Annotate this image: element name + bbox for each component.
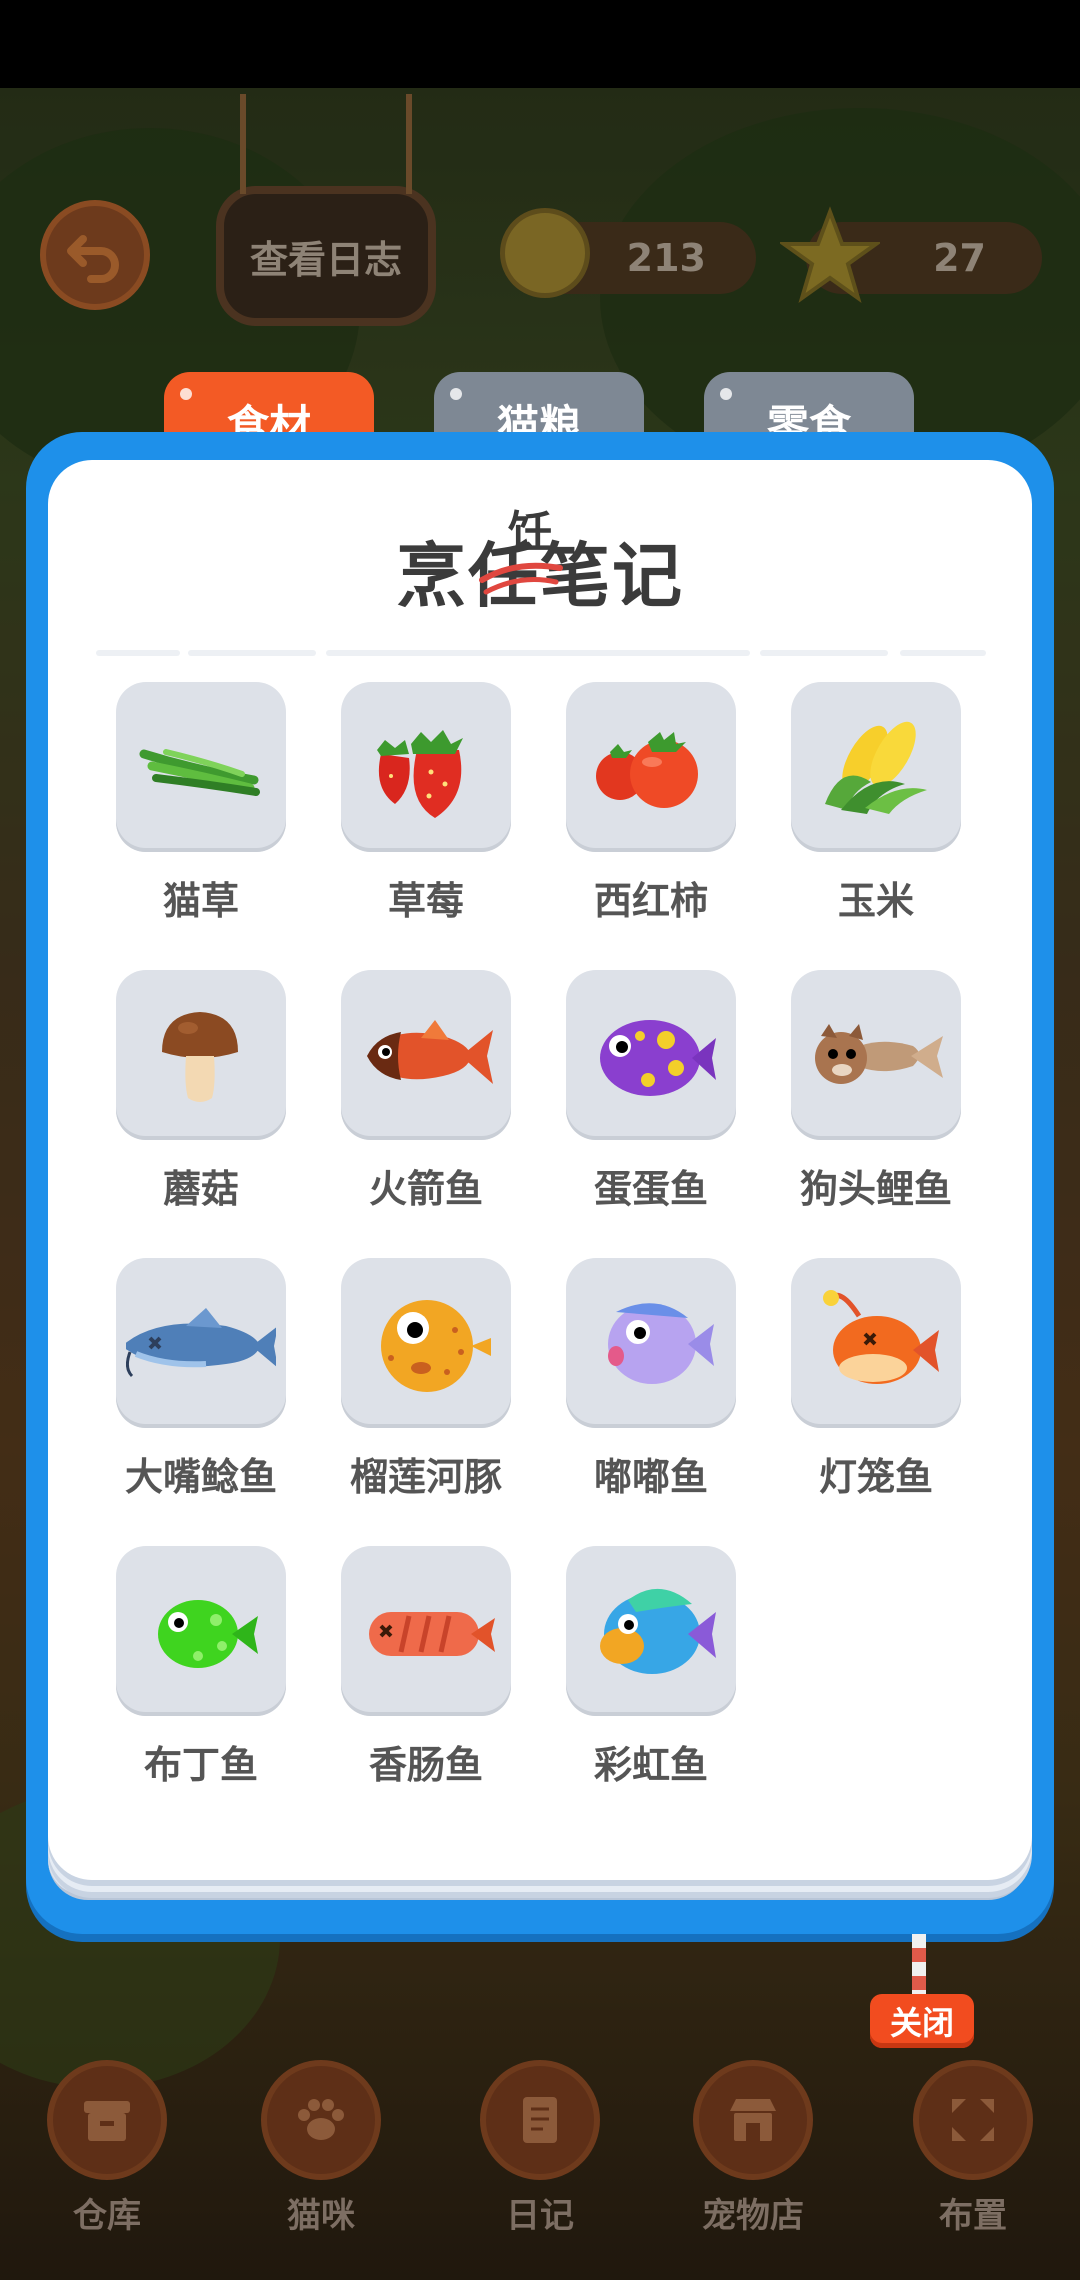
- strikethrough-mark: [479, 562, 563, 595]
- ingredient-label: 猫草: [162, 879, 239, 923]
- ingredient-item[interactable]: 彩虹鱼: [566, 1546, 736, 1789]
- view-log-label: 查看日志: [249, 237, 402, 282]
- ingredient-label: 西红柿: [593, 879, 708, 923]
- ingredient-label: 大嘴鲶鱼: [124, 1455, 277, 1499]
- ingredient-item[interactable]: 嘟嘟鱼: [566, 1258, 736, 1501]
- nav-diary-label: 日记: [506, 2196, 574, 2236]
- ingredient-item[interactable]: 玉米: [791, 682, 961, 925]
- nav-diary[interactable]: 日记: [455, 2060, 625, 2280]
- nav-arrange-label: 布置: [939, 2196, 1007, 2236]
- durian-pufferfish-icon: [381, 1300, 491, 1392]
- dog-head-carp-icon: [815, 1024, 943, 1084]
- coin-count: 213: [626, 236, 706, 280]
- ingredient-item[interactable]: 狗头鲤鱼: [791, 970, 961, 1213]
- paw-icon: [298, 2099, 344, 2140]
- ingredient-item[interactable]: 布丁鱼: [116, 1546, 286, 1789]
- ingredient-item[interactable]: 火箭鱼: [341, 970, 511, 1213]
- rainbow-fish-icon: [600, 1588, 716, 1674]
- bottom-nav: 仓库 猫咪 日记 宠物店 布置: [0, 2060, 1080, 2280]
- warehouse-icon: [84, 2101, 130, 2141]
- ingredient-item[interactable]: 蘑菇: [116, 970, 286, 1213]
- sausage-fish-icon: [369, 1612, 495, 1656]
- title-part-1: 烹: [396, 535, 468, 617]
- ingredient-item[interactable]: 大嘴鲶鱼: [116, 1258, 286, 1501]
- cat-grass-icon: [139, 749, 260, 796]
- game-screen: 查看日志 213 27 仓库 猫咪 日记 宠物店 布置 食材 猫粮 零食 烹任笔…: [0, 0, 1080, 2280]
- ingredient-label: 彩虹鱼: [593, 1743, 708, 1787]
- egg-fish-icon: [600, 1020, 716, 1096]
- big-mouth-catfish-icon: [126, 1308, 276, 1378]
- nav-arrange[interactable]: 布置: [888, 2060, 1058, 2280]
- pudding-fish-icon: [158, 1600, 258, 1668]
- strawberry-icon: [377, 730, 463, 818]
- nav-pet-shop-label: 宠物店: [702, 2196, 804, 2236]
- coin-add-icon[interactable]: [500, 208, 590, 298]
- tomato-icon: [596, 732, 698, 808]
- nav-cats[interactable]: 猫咪: [236, 2060, 406, 2280]
- back-button[interactable]: [40, 200, 150, 310]
- ingredient-item[interactable]: 香肠鱼: [341, 1546, 511, 1789]
- close-label: 关闭: [889, 2004, 954, 2042]
- view-log-button[interactable]: 查看日志: [216, 94, 436, 326]
- ingredient-item[interactable]: 灯笼鱼: [791, 1258, 961, 1501]
- arrange-icon: [952, 2099, 994, 2141]
- nav-warehouse[interactable]: 仓库: [22, 2060, 192, 2280]
- ingredient-item[interactable]: 榴莲河豚: [341, 1258, 511, 1501]
- lantern-fish-icon: [823, 1290, 939, 1384]
- star-count: 27: [933, 236, 986, 280]
- nav-pet-shop[interactable]: 宠物店: [668, 2060, 838, 2280]
- ingredient-label: 灯笼鱼: [818, 1455, 933, 1499]
- ingredient-label: 嘟嘟鱼: [593, 1455, 708, 1499]
- dudu-fish-icon: [608, 1303, 714, 1384]
- close-button[interactable]: 关闭: [870, 1994, 974, 2048]
- ingredient-item[interactable]: 猫草: [116, 682, 286, 925]
- nav-warehouse-label: 仓库: [73, 2196, 141, 2236]
- rocket-fish-icon: [367, 1020, 493, 1084]
- pet-shop-icon: [730, 2099, 776, 2141]
- star-icon: [780, 206, 880, 303]
- status-bar: [0, 0, 1080, 88]
- ingredient-label: 布丁鱼: [143, 1743, 258, 1787]
- ingredient-item[interactable]: 蛋蛋鱼: [566, 970, 736, 1213]
- ingredient-label: 火箭鱼: [368, 1167, 483, 1211]
- ingredient-label: 蛋蛋鱼: [593, 1167, 708, 1211]
- ingredient-item[interactable]: 西红柿: [566, 682, 736, 925]
- back-arrow-icon: [67, 235, 119, 283]
- corn-icon: [825, 721, 927, 814]
- ingredient-label: 草莓: [387, 879, 464, 923]
- title-divider: [96, 650, 180, 656]
- ingredient-item[interactable]: 草莓: [341, 682, 511, 925]
- diary-icon: [523, 2097, 557, 2143]
- nav-cats-label: 猫咪: [287, 2196, 355, 2236]
- ingredient-label: 榴莲河豚: [349, 1455, 502, 1499]
- mushroom-icon: [162, 1012, 238, 1102]
- ingredient-label: 狗头鲤鱼: [799, 1167, 952, 1211]
- ingredient-label: 蘑菇: [162, 1167, 239, 1211]
- ingredient-label: 玉米: [837, 879, 914, 923]
- ingredient-label: 香肠鱼: [368, 1743, 483, 1787]
